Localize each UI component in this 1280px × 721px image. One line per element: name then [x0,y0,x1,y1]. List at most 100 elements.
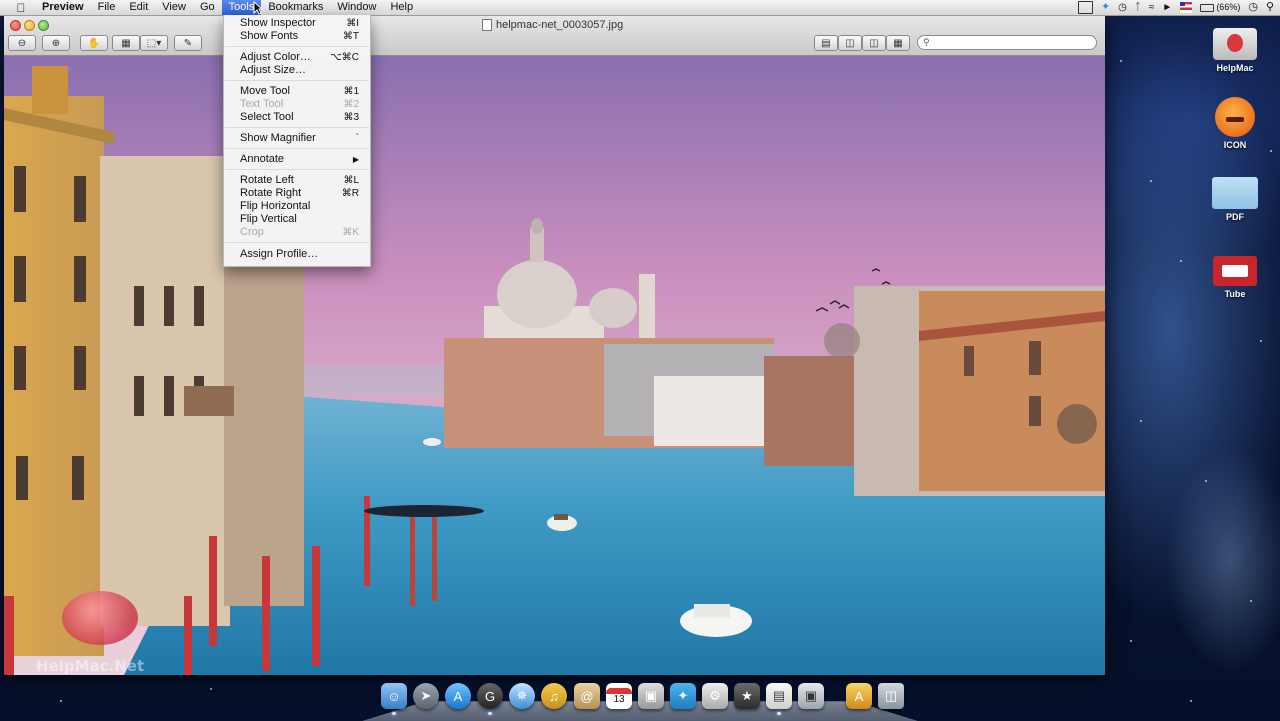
preview-window: helpmac-net_0003057.jpg ⊖ ⊕ ✋ ▦ ⬚▾ ✎ ▤ ◫… [4,16,1105,675]
menu-app-preview[interactable]: Preview [40,0,91,15]
view-mode-2-icon: ◫ [845,37,855,49]
menu-item-shortcut: ⌘3 [343,112,359,123]
minimize-button[interactable] [24,20,35,31]
menu-bookmarks[interactable]: Bookmarks [261,0,330,15]
zoom-in-button[interactable]: ⊕ [42,35,70,51]
tools-menu-dropdown: Show Inspector ⌘I Show Fonts ⌘T Adjust C… [223,15,371,267]
text-tool-button[interactable]: ▦ [112,35,140,51]
menu-item-label: Rotate Left [240,174,294,186]
desktop-icon-helpmac[interactable]: HelpMac [1205,28,1265,73]
view-content-only-button[interactable]: ▤ [814,35,838,51]
calendar-icon[interactable]: 13 [606,683,632,709]
helpmac-drive-icon [1213,28,1257,60]
document-icon [482,19,492,31]
screen-capture-icon[interactable] [1077,1,1093,14]
time-machine-icon[interactable]: ◷ [1118,2,1127,13]
iphoto-icon[interactable]: ▣ [798,683,824,709]
window-titlebar[interactable]: helpmac-net_0003057.jpg ⊖ ⊕ ✋ ▦ ⬚▾ ✎ ▤ ◫… [4,16,1105,56]
menu-item-label: Adjust Color… [240,51,311,63]
menu-file[interactable]: File [91,0,123,15]
menu-go[interactable]: Go [193,0,222,15]
menu-item-show-magnifier[interactable]: Show Magnifier ` [224,132,370,145]
view-mode-1-icon: ▤ [821,37,831,49]
menu-item-shortcut: ⌘R [341,188,359,199]
battery-status[interactable]: (66%) [1200,2,1240,13]
menu-item-move-tool[interactable]: Move Tool ⌘1 [224,85,370,98]
menu-item-adjust-color[interactable]: Adjust Color… ⌥⌘C [224,51,370,64]
menu-item-label: Adjust Size… [240,64,307,76]
search-input[interactable]: ⚲ [917,35,1097,50]
menu-item-show-inspector[interactable]: Show Inspector ⌘I [224,17,370,30]
menu-item-rotate-left[interactable]: Rotate Left ⌘L [224,174,370,187]
menu-window[interactable]: Window [330,0,383,15]
clock-icon[interactable]: ◷ [1248,2,1258,13]
volume-icon[interactable]: ► [1162,2,1172,13]
menu-item-annotate[interactable]: Annotate ▶ [224,153,370,166]
menu-separator [225,148,369,149]
menu-item-label: Crop [240,226,264,238]
search-icon: ⚲ [923,37,930,47]
us-flag-icon[interactable] [1180,2,1193,13]
zoom-out-button[interactable]: ⊖ [8,35,36,51]
menu-item-flip-horizontal[interactable]: Flip Horizontal [224,200,370,213]
twitter-status-icon[interactable]: ✦ [1101,2,1110,13]
menu-separator [225,242,369,243]
launchpad-icon[interactable]: ➤ [413,683,439,709]
menu-item-shortcut: ⌘I [346,18,359,29]
bluetooth-icon[interactable]: ᛏ [1135,2,1141,13]
close-button[interactable] [10,20,21,31]
trash-icon[interactable]: ◫ [878,683,904,709]
twitter-icon[interactable]: ✦ [670,683,696,709]
itunes-icon[interactable]: ♫ [541,683,567,709]
imovie-icon[interactable]: ★ [734,683,760,709]
pencil-icon: ✎ [183,37,193,49]
desktop-icon-pdf[interactable]: PDF [1205,177,1265,222]
menu-edit[interactable]: Edit [122,0,155,15]
system-preferences-icon[interactable]: ⚙ [702,683,728,709]
move-tool-button[interactable]: ✋ [80,35,108,51]
menu-item-shortcut: ⌘2 [343,99,359,110]
menu-separator [225,127,369,128]
mouse-cursor-icon [253,1,263,15]
desktop-icon-icon[interactable]: ICON [1205,97,1265,150]
desktop-icon-tube[interactable]: Tube [1205,256,1265,299]
menu-item-show-fonts[interactable]: Show Fonts ⌘T [224,30,370,43]
menu-view[interactable]: View [155,0,193,15]
photo-canvas[interactable] [4,56,1105,675]
select-tool-button[interactable]: ⬚▾ [140,35,168,51]
photo-booth-icon[interactable]: ▣ [638,683,664,709]
menu-item-rotate-right[interactable]: Rotate Right ⌘R [224,187,370,200]
annotate-button[interactable]: ✎ [174,35,202,51]
finder-icon[interactable]: ☺ [381,683,407,709]
app-store-icon[interactable]: A [445,683,471,709]
submenu-arrow-icon: ▶ [352,155,359,164]
menu-bar:  Preview File Edit View Go Tools Bookma… [0,0,1280,16]
menu-item-text-tool: Text Tool ⌘2 [224,98,370,111]
view-contact-sheet-button[interactable]: ▦ [886,35,910,51]
menu-item-shortcut: ⌘1 [343,86,359,97]
apple-menu-icon[interactable]:  [14,1,28,15]
folder-icon [1212,177,1258,209]
menu-item-adjust-size[interactable]: Adjust Size… [224,64,370,77]
menu-item-label: Flip Horizontal [240,200,311,212]
view-thumbnails-button[interactable]: ◫ [838,35,862,51]
zoom-button[interactable] [38,20,49,31]
menu-item-flip-vertical[interactable]: Flip Vertical [224,213,370,226]
zoom-out-icon: ⊖ [17,37,27,49]
dock-running-indicator [488,712,492,715]
menu-item-assign-profile[interactable]: Assign Profile… [224,248,370,261]
applications-folder-icon[interactable]: A [846,683,872,709]
venice-photo [4,56,1105,675]
safari-icon[interactable]: ✵ [509,683,535,709]
menu-separator [225,80,369,81]
address-book-icon[interactable]: @ [574,683,600,709]
menu-item-select-tool[interactable]: Select Tool ⌘3 [224,111,370,124]
menu-help[interactable]: Help [383,0,420,15]
desktop-icon-label: HelpMac [1216,63,1254,73]
view-toc-button[interactable]: ◫ [862,35,886,51]
spotlight-icon[interactable]: ⚲ [1266,2,1274,13]
preview-icon[interactable]: ▤ [766,683,792,709]
wifi-icon[interactable]: ≈ [1149,2,1155,13]
menu-item-shortcut: ⌘L [343,175,359,186]
google-chrome-icon[interactable]: G [477,683,503,709]
